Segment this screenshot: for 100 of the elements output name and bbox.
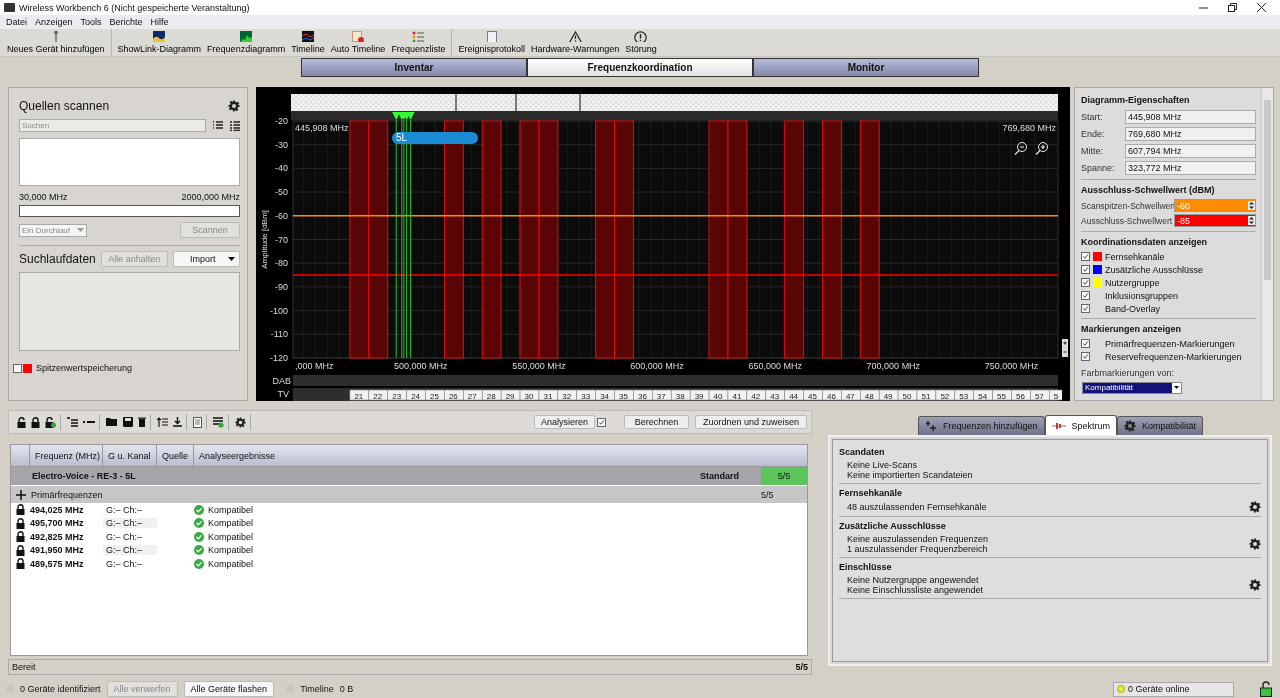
lock-icon[interactable]	[16, 517, 25, 529]
tv-channel-cell[interactable]: 22	[368, 389, 389, 401]
tv-channel-cell[interactable]: 51	[916, 389, 937, 401]
tv-channel-cell[interactable]: 33	[576, 389, 596, 401]
tv-channel-cell[interactable]: 21	[349, 389, 370, 401]
checkbox[interactable]	[1081, 252, 1090, 261]
value-field[interactable]: 323,772 MHz	[1125, 160, 1256, 175]
settings-icon[interactable]	[1249, 579, 1261, 591]
column-header[interactable]: Frequenz (MHz)	[30, 445, 103, 466]
panel-tab[interactable]: Spektrum	[1044, 415, 1118, 435]
column-header[interactable]: Analyseergebnisse	[194, 445, 394, 466]
tv-channel-cell[interactable]: 45	[803, 389, 823, 401]
tv-channel-cell[interactable]: 47	[841, 389, 861, 401]
settings-icon[interactable]	[235, 416, 246, 428]
value-field[interactable]: 445,908 MHz	[1125, 109, 1256, 124]
checkbox[interactable]	[1081, 352, 1090, 361]
lock-icon[interactable]	[16, 504, 25, 516]
tv-channel-cell[interactable]: 48	[860, 389, 880, 401]
color-by-dropdown[interactable]: Kompatibilität	[1082, 382, 1182, 394]
unlocked-icon[interactable]	[1260, 681, 1272, 697]
checkbox[interactable]	[1081, 278, 1090, 287]
restore-icon[interactable]	[1228, 3, 1237, 12]
toolbar-button[interactable]: Frequenzdiagramm	[204, 29, 289, 56]
calculate-button[interactable]: Berechnen	[624, 415, 689, 429]
tv-channel-cell[interactable]: 26	[444, 389, 464, 401]
zoom-out-icon[interactable]	[1014, 142, 1027, 156]
tv-channel-cell[interactable]: 29	[500, 389, 521, 401]
tv-channel-cell[interactable]: 34	[595, 389, 615, 401]
menu-item[interactable]: Hilfe	[146, 17, 173, 27]
flash-button[interactable]: Alle Geräte flashen	[183, 681, 275, 697]
checkbox[interactable]	[1081, 265, 1090, 274]
tv-channel-cell[interactable]: 56	[1011, 389, 1031, 401]
tv-channel-cell[interactable]: 55	[992, 389, 1012, 401]
main-tab[interactable]: Inventar	[301, 58, 527, 77]
spin-field[interactable]: -85	[1174, 214, 1256, 227]
tv-channel-cell[interactable]: 39	[689, 389, 710, 401]
checkbox[interactable]	[1081, 339, 1090, 348]
toolbar-button[interactable]: Auto Timeline	[327, 29, 389, 56]
tv-channel-cell[interactable]: 23	[387, 389, 407, 401]
toolbar-button[interactable]: Ereignisprotokoll	[455, 29, 528, 56]
tv-channel-cell[interactable]: 50	[897, 389, 918, 401]
tv-channel-cell[interactable]: 38	[670, 389, 691, 401]
tv-channel-cell[interactable]: 37	[652, 389, 672, 401]
tv-channel-cell[interactable]: 41	[727, 389, 748, 401]
frequency-marker[interactable]	[406, 112, 415, 359]
toolbar-button[interactable]: Timeline	[288, 29, 328, 56]
tv-channel-cell[interactable]: 27	[463, 389, 483, 401]
column-header[interactable]: G u. Kanal	[103, 445, 157, 466]
tv-channel-cell[interactable]: 30	[519, 389, 540, 401]
lock-icon[interactable]	[16, 558, 25, 570]
settings-icon[interactable]	[228, 100, 240, 112]
tv-channel-cell[interactable]: 46	[822, 389, 842, 401]
tv-channel-cell[interactable]: 24	[406, 389, 426, 401]
column-header[interactable]: Quelle	[157, 445, 194, 466]
menu-item[interactable]: Anzeigen	[31, 17, 77, 27]
scrollbar[interactable]	[1261, 88, 1273, 400]
zoom-stepper[interactable]	[1062, 339, 1068, 357]
import-button[interactable]: Import	[173, 251, 240, 267]
tv-channel-cell[interactable]: 49	[878, 389, 899, 401]
settings-icon[interactable]	[1249, 538, 1261, 550]
overview-strip[interactable]	[291, 93, 1058, 112]
tv-channel-cell[interactable]: 25	[425, 389, 445, 401]
zoom-in-icon[interactable]	[1035, 142, 1048, 156]
tv-channel-cell[interactable]: 53	[954, 389, 974, 401]
tv-channel-cell[interactable]: 44	[784, 389, 804, 401]
unlocked-icon[interactable]	[17, 416, 26, 428]
tv-channel-cell[interactable]: 54	[973, 389, 993, 401]
close-icon[interactable]	[1257, 3, 1266, 12]
assign-button[interactable]: Zuordnen und zuweisen	[695, 415, 807, 429]
checkbox[interactable]	[597, 417, 606, 427]
toolbar-button[interactable]: Störung	[622, 29, 660, 56]
checklist-icon[interactable]	[213, 120, 223, 131]
value-field[interactable]: 769,680 MHz	[1125, 126, 1256, 141]
menu-item[interactable]: Tools	[76, 17, 106, 27]
toolbar-button[interactable]: Hardware-Warnungen	[527, 29, 623, 56]
lock-icon[interactable]	[16, 531, 25, 543]
tv-channel-cell[interactable]: 28	[481, 389, 502, 401]
lock-icon[interactable]	[16, 544, 25, 556]
tv-channel-cell[interactable]: 43	[765, 389, 785, 401]
checkbox[interactable]	[1081, 304, 1090, 313]
panel-tab[interactable]: Kompatibilität	[1117, 416, 1204, 435]
range-input-field[interactable]	[19, 205, 240, 217]
tv-channel-cell[interactable]: 36	[633, 389, 653, 401]
tv-channel-cell[interactable]: 5	[1049, 389, 1062, 401]
tv-channel-cell[interactable]: 57	[1030, 389, 1050, 401]
menu-item[interactable]: Berichte	[105, 17, 147, 27]
tv-channel-cell[interactable]: 42	[746, 389, 767, 401]
spinner-arrows-icon[interactable]	[1248, 201, 1255, 210]
panel-tab[interactable]: Frequenzen hinzufügen	[918, 416, 1045, 435]
lock-icon[interactable]	[31, 416, 40, 428]
tv-channel-cell[interactable]: 35	[614, 389, 634, 401]
checkbox[interactable]	[1081, 291, 1090, 300]
tv-channel-cell[interactable]: 52	[935, 389, 956, 401]
tv-channel-cell[interactable]: 31	[538, 389, 559, 401]
band-tag[interactable]: 5L	[392, 132, 478, 144]
main-tab[interactable]: Frequenzkoordination	[527, 58, 753, 77]
tv-channel-cell[interactable]: 40	[708, 389, 729, 401]
plus-icon[interactable]	[14, 488, 28, 501]
toolbar-button[interactable]: ShowLink-Diagramm	[114, 29, 205, 56]
settings-icon[interactable]	[1124, 420, 1137, 432]
